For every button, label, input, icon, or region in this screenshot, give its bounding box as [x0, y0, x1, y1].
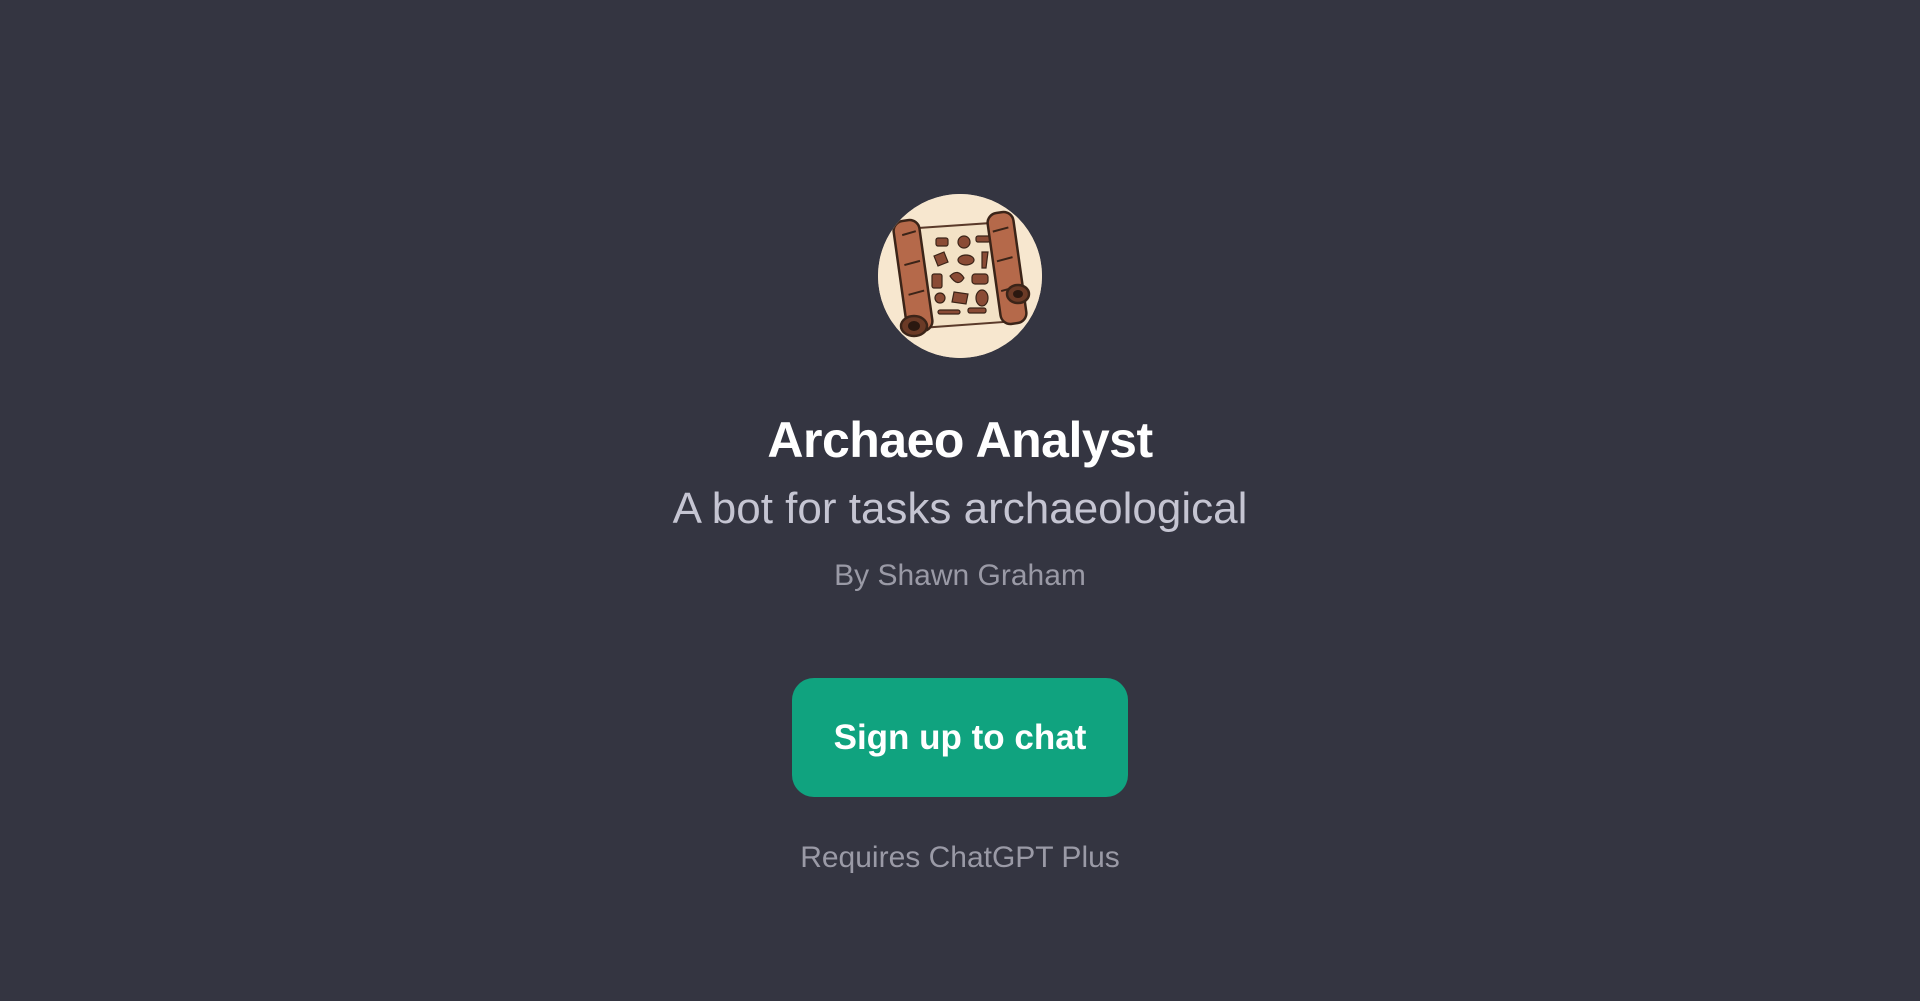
- sign-up-button[interactable]: Sign up to chat: [792, 678, 1128, 797]
- gpt-landing-page: Archaeo Analyst A bot for tasks archaeol…: [0, 0, 1920, 1001]
- gpt-title: Archaeo Analyst: [767, 412, 1153, 468]
- gpt-author: By Shawn Graham: [834, 559, 1086, 592]
- scroll-icon: [878, 194, 1042, 358]
- gpt-description: A bot for tasks archaeological: [672, 484, 1248, 533]
- plan-requirement-note: Requires ChatGPT Plus: [800, 841, 1120, 874]
- gpt-avatar: [878, 194, 1042, 358]
